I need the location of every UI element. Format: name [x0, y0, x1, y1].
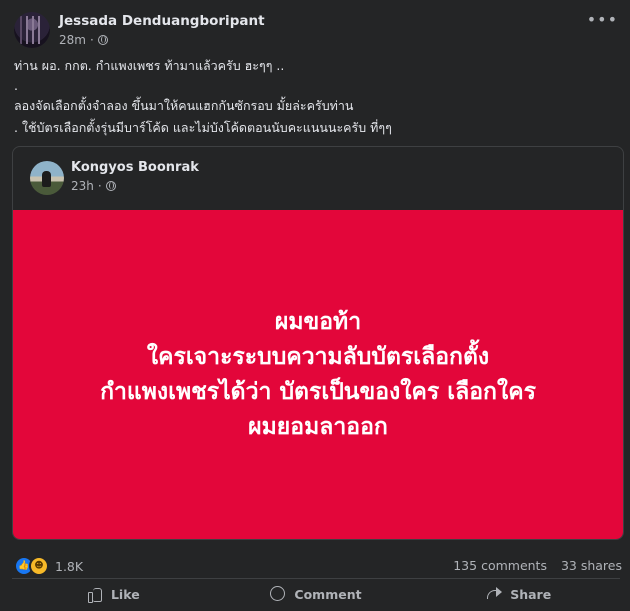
post-text-line: .	[14, 78, 18, 93]
post-meta: 28m ·	[59, 33, 108, 47]
post-header: Jessada Denduangboripant 28m ·	[14, 12, 614, 52]
reactions-summary[interactable]: 👍 ☻ 1.8K	[14, 556, 83, 576]
divider	[12, 578, 620, 579]
shared-text-line: ผมยอมลาออก	[248, 413, 388, 440]
like-label: Like	[110, 586, 140, 602]
author-avatar[interactable]	[14, 12, 50, 48]
shared-text-line: กำแพงเพชรได้ว่า บัตรเป็นของใคร เลือกใคร	[100, 378, 536, 405]
shared-post-time[interactable]: 23h	[71, 179, 94, 193]
facebook-post: Jessada Denduangboripant 28m · ••• ท่าน …	[0, 0, 630, 611]
engagement-counts: 135 comments 33 shares	[453, 558, 622, 573]
reactions-count: 1.8K	[55, 558, 84, 574]
globe-icon	[105, 181, 116, 191]
share-icon	[486, 586, 503, 602]
post-text-line: ท่าน ผอ. กกต. กำแพงเพชร ท้ามาแล้วครับ ฮะ…	[14, 58, 285, 73]
text-background-post[interactable]: ผมขอท้า ใครเจาะระบบความลับบัตรเลือกตั้ง …	[13, 210, 623, 539]
post-text-line: ลองจัดเลือกตั้งจำลอง ขึ้นมาให้คนแฮกกันซั…	[14, 98, 354, 113]
shared-author-name[interactable]: Kongyos Boonrak	[71, 160, 199, 175]
comments-count[interactable]: 135 comments	[453, 558, 547, 573]
shared-post-card[interactable]: Kongyos Boonrak 23h · ผมขอท้า ใครเจาะระบ…	[12, 146, 624, 540]
thumbs-up-icon	[87, 586, 103, 603]
shared-text-line: ผมขอท้า	[274, 308, 362, 335]
author-name[interactable]: Jessada Denduangboripant	[59, 13, 265, 29]
post-time[interactable]: 28m	[59, 33, 86, 47]
haha-reaction-icon: ☻	[29, 556, 49, 576]
shared-author-avatar[interactable]	[30, 161, 64, 195]
share-label: Share	[510, 586, 552, 602]
globe-icon	[97, 35, 108, 45]
more-options-icon[interactable]: •••	[587, 12, 618, 28]
comment-button[interactable]: Comment	[215, 580, 418, 608]
comment-icon	[270, 586, 286, 602]
post-actions: Like Comment Share	[12, 580, 620, 608]
post-text: ท่าน ผอ. กกต. กำแพงเพชร ท้ามาแล้วครับ ฮะ…	[14, 58, 614, 142]
comment-label: Comment	[294, 586, 362, 602]
shared-text-line: ใครเจาะระบบความลับบัตรเลือกตั้ง	[146, 343, 490, 370]
like-button[interactable]: Like	[12, 580, 215, 608]
shared-post-meta: 23h ·	[71, 179, 116, 193]
shares-count[interactable]: 33 shares	[561, 558, 622, 573]
post-text-line: . ใช้บัตรเลือกตั้งรุ่นมีบาร์โค้ด และไม่บ…	[14, 120, 392, 135]
share-button[interactable]: Share	[417, 580, 620, 608]
